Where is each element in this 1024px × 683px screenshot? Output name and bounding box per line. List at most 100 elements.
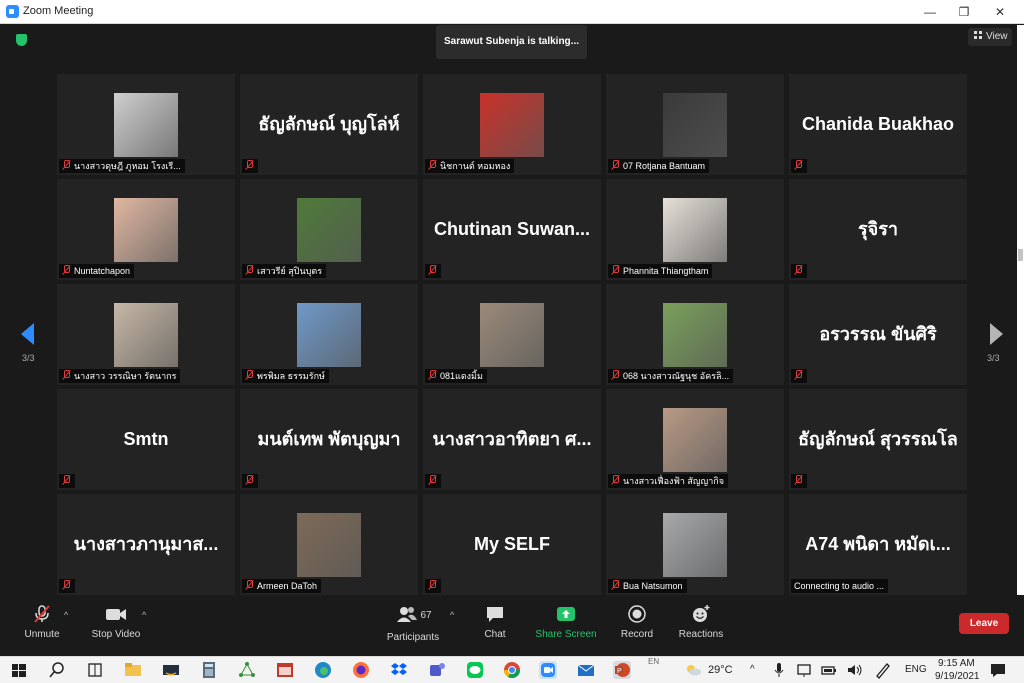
chrome-icon[interactable]: [503, 661, 521, 679]
participant-tile[interactable]: นางสาว วรรณิษา รัตนากร: [57, 284, 235, 385]
firefox-icon[interactable]: [352, 661, 370, 679]
share-screen-label: Share Screen: [535, 629, 597, 640]
participant-tile[interactable]: อรวรรณ ขันศิริ: [789, 284, 967, 385]
unmute-button[interactable]: Unmute: [18, 604, 66, 648]
clock-date[interactable]: 9/19/2021: [935, 671, 980, 682]
participant-tile[interactable]: My SELF: [423, 494, 601, 595]
chat-button[interactable]: Chat: [480, 604, 510, 648]
spss-icon[interactable]: [276, 661, 294, 679]
participant-tile[interactable]: ธัญลักษณ์ สุวรรณโล: [789, 389, 967, 490]
participant-tile[interactable]: นางสาวอาทิตยา ศ...: [423, 389, 601, 490]
participant-tile[interactable]: มนต์เทพ พัตบุญมา: [240, 389, 418, 490]
title-bar: Zoom Meeting — ❐ ✕: [0, 0, 1024, 24]
participant-name-bar: นางสาวดุษฎี ภูหอม โรงเรี...: [59, 159, 185, 173]
mail-icon[interactable]: [577, 661, 595, 679]
participant-tile[interactable]: Bua Natsumon: [606, 494, 784, 595]
previous-page-arrow-icon[interactable]: [21, 323, 35, 345]
edge-browser-icon[interactable]: [314, 661, 332, 679]
line-app-icon[interactable]: [466, 661, 484, 679]
search-icon[interactable]: [48, 661, 66, 679]
restore-button[interactable]: ❐: [946, 0, 982, 24]
dropbox-icon[interactable]: [390, 661, 408, 679]
task-view-icon[interactable]: [86, 661, 104, 679]
participant-name-bar: Armeen DaToh: [242, 579, 322, 593]
participant-name: Bua Natsumon: [623, 581, 683, 591]
muted-mic-icon: [611, 475, 620, 485]
battery-tray-icon[interactable]: [820, 661, 838, 679]
participants-caret-icon[interactable]: ^: [450, 610, 454, 620]
participant-name: 07 Rotjana Bantuam: [623, 161, 706, 171]
next-page-arrow-icon[interactable]: [989, 323, 1003, 345]
unmute-label: Unmute: [24, 629, 60, 640]
participant-tile[interactable]: 081แดงมิ้ม: [423, 284, 601, 385]
view-label: View: [986, 31, 1008, 42]
show-hidden-icons-caret-icon[interactable]: ^: [750, 664, 755, 675]
record-button[interactable]: Record: [619, 604, 655, 648]
video-options-caret-icon[interactable]: ^: [142, 610, 146, 620]
participant-tile[interactable]: รุจิรา: [789, 179, 967, 280]
participant-tile[interactable]: 068 นางสาวณัฐนุช อัครลิ...: [606, 284, 784, 385]
windows-start-icon[interactable]: [10, 661, 28, 679]
network-diagram-icon[interactable]: [238, 661, 256, 679]
participant-tile[interactable]: Chutinan Suwan...: [423, 179, 601, 280]
muted-mic-icon: [611, 370, 620, 380]
scrollbar-thumb[interactable]: [1018, 249, 1023, 261]
participant-video: [297, 198, 361, 262]
zoom-app-icon: [6, 5, 19, 18]
participant-tile[interactable]: Nuntatchapon: [57, 179, 235, 280]
participant-tile[interactable]: 07 Rotjana Bantuam: [606, 74, 784, 175]
display-tray-icon[interactable]: [795, 661, 813, 679]
view-button[interactable]: View: [968, 28, 1012, 46]
clock-time[interactable]: 9:15 AM: [938, 658, 975, 669]
participant-tile[interactable]: นางสาวภานุมาส...: [57, 494, 235, 595]
participant-name: 081แดงมิ้ม: [440, 371, 483, 381]
participant-tile[interactable]: พรพิมล ธรรมรักษ์: [240, 284, 418, 385]
participant-display-name: Smtn: [123, 429, 169, 449]
participant-tile[interactable]: นางสาวเฟื่องฟ้า สัญญากิจ: [606, 389, 784, 490]
volume-tray-icon[interactable]: [846, 661, 864, 679]
participant-tile[interactable]: Chanida Buakhao: [789, 74, 967, 175]
amazon-icon[interactable]: [162, 661, 180, 679]
input-language[interactable]: ENG: [905, 664, 927, 675]
participant-tile[interactable]: Phannita Thiangtham: [606, 179, 784, 280]
muted-mic-icon: [245, 580, 254, 590]
participant-tile[interactable]: นิชกานต์ หอมหอง: [423, 74, 601, 175]
window-title: Zoom Meeting: [23, 5, 94, 17]
notifications-icon[interactable]: [989, 661, 1007, 679]
weather-temperature[interactable]: 29°C: [708, 664, 733, 676]
audio-options-caret-icon[interactable]: ^: [64, 610, 68, 620]
muted-mic-icon: [62, 475, 71, 485]
muted-mic-icon: [611, 580, 620, 590]
powerpoint-icon[interactable]: P: [613, 661, 631, 679]
participant-name: Connecting to audio ...: [794, 581, 885, 591]
participant-tile[interactable]: Smtn: [57, 389, 235, 490]
weather-icon[interactable]: [684, 661, 702, 679]
participant-tile[interactable]: นางสาวดุษฎี ภูหอม โรงเรี...: [57, 74, 235, 175]
encryption-shield-icon[interactable]: [16, 34, 27, 46]
stop-video-button[interactable]: Stop Video: [88, 604, 144, 648]
share-screen-button[interactable]: Share Screen: [534, 604, 598, 648]
smiley-reaction-icon: [693, 605, 710, 622]
muted-mic-icon: [428, 160, 437, 170]
participant-tile[interactable]: เสาวรีย์ สุปินบุตร: [240, 179, 418, 280]
calculator-icon[interactable]: [200, 661, 218, 679]
participant-tile[interactable]: A74 พนิดา หมัดเ... Connecting to audio ..…: [789, 494, 967, 595]
reactions-button[interactable]: Reactions: [678, 604, 724, 648]
file-explorer-icon[interactable]: [124, 661, 142, 679]
participant-tile[interactable]: Armeen DaToh: [240, 494, 418, 595]
record-icon: [628, 605, 646, 623]
minimize-button[interactable]: —: [912, 0, 948, 24]
leave-button[interactable]: Leave: [959, 613, 1009, 634]
participant-tile[interactable]: ธัญลักษณ์ บุญโล่ห์: [240, 74, 418, 175]
muted-mic-icon: [62, 370, 71, 380]
participant-name-bar: นางสาวเฟื่องฟ้า สัญญากิจ: [608, 474, 728, 488]
participants-button[interactable]: 67 Participants: [384, 604, 442, 648]
scrollbar[interactable]: [1017, 25, 1024, 595]
pen-tray-icon[interactable]: [874, 661, 892, 679]
microphone-tray-icon[interactable]: [770, 661, 788, 679]
stop-video-label: Stop Video: [91, 629, 141, 640]
teams-icon[interactable]: [428, 661, 446, 679]
zoom-taskbar-icon[interactable]: [539, 661, 557, 679]
close-button[interactable]: ✕: [982, 0, 1018, 24]
muted-mic-icon: [428, 370, 437, 380]
